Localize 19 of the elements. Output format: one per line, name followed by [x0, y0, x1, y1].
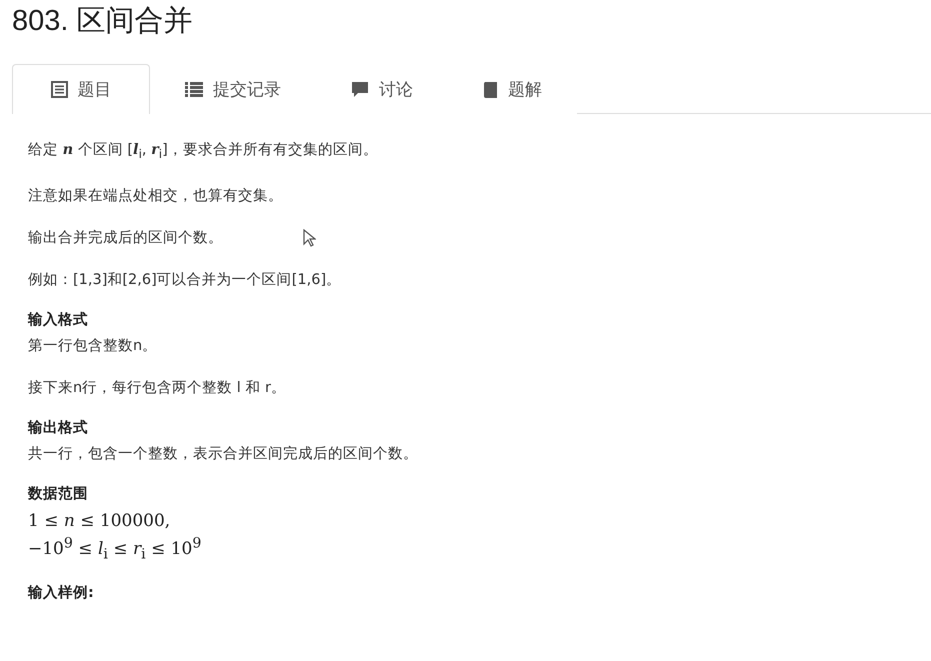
formula: −10$^{9}$ ≤ l$_{i}$ ≤ r$_{i}$ ≤ 10$^{9}$ — [28, 538, 202, 559]
paragraph: 例如：[1,3]和[2,6]可以合并为一个区间[1,6]。 — [28, 270, 342, 290]
formula: 1 ≤ n ≤ 100000, — [28, 510, 170, 531]
book-icon — [483, 80, 498, 98]
section-heading: 数据范围 — [28, 486, 88, 502]
comment-icon — [351, 81, 369, 98]
paragraph: 输出合并完成后的区间个数。 — [28, 228, 223, 248]
paragraph: 共一行，包含一个整数，表示合并区间完成后的区间个数。 — [28, 444, 418, 464]
paragraph: 注意如果在端点处相交，也算有交集。 — [28, 186, 283, 206]
section-heading: 输入样例: — [28, 584, 94, 601]
tab[interactable]: 题目 — [12, 64, 150, 114]
document-icon — [50, 81, 68, 98]
section-heading: 输出格式 — [28, 420, 88, 436]
paragraph: 给定 n 个区间 [l$_{i}$, r$_{i}$]，要求合并所有有交集的区间。 — [28, 140, 378, 163]
paragraph: 接下来n行，每行包含两个整数 l 和 r。 — [28, 378, 286, 398]
paragraph: 第一行包含整数n。 — [28, 336, 158, 356]
section-heading: 输入格式 — [28, 312, 88, 328]
list-icon — [185, 82, 203, 97]
problem-title: 803. 区间合并 — [12, 4, 194, 39]
